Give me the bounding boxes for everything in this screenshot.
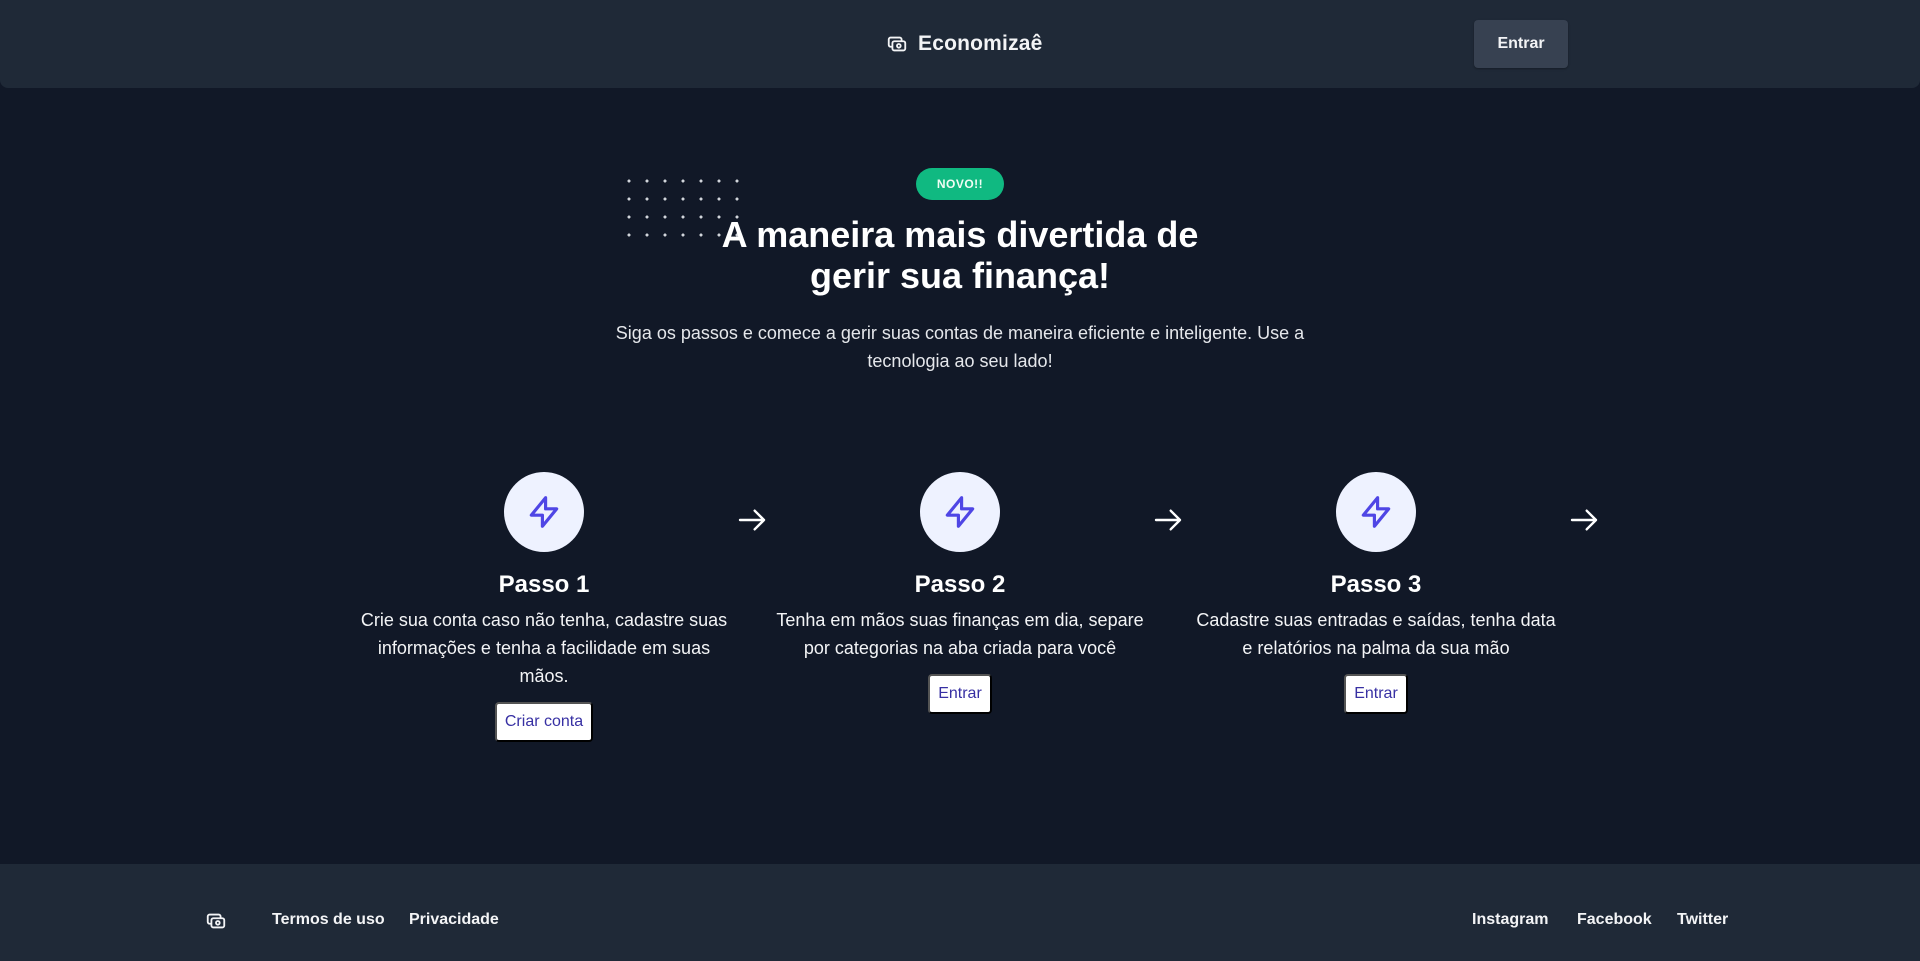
step-title: Passo 1 xyxy=(498,571,590,598)
step-title: Passo 3 xyxy=(1330,571,1422,598)
hero-subtitle-line1: Siga os passos e comece a gerir suas con… xyxy=(615,323,1305,343)
step-3-login-button[interactable]: Entrar xyxy=(1344,674,1408,714)
step-description: Tenha em mãos suas finanças em dia, sepa… xyxy=(776,610,1144,658)
step-description: Crie sua conta caso não tenha, cadastre … xyxy=(360,610,728,686)
step-2-login-button[interactable]: Entrar xyxy=(928,674,992,714)
footer-link-instagram[interactable]: Instagram xyxy=(1472,910,1548,930)
login-button[interactable]: Entrar xyxy=(1474,20,1568,68)
hero-subtitle: Siga os passos e comece a gerir suas con… xyxy=(600,319,1320,375)
step-icon-circle xyxy=(920,472,1000,552)
hero-title: A maneira mais divertida de gerir sua fi… xyxy=(660,214,1260,296)
lightning-bolt-icon xyxy=(945,496,975,528)
hero-title-line1: A maneira mais divertida de xyxy=(721,214,1199,255)
arrow-right-icon xyxy=(738,509,766,531)
cash-icon xyxy=(887,36,907,52)
hero-subtitle-line2: tecnologia ao seu lado! xyxy=(867,351,1053,371)
footer-link-terms[interactable]: Termos de uso xyxy=(272,910,385,930)
footer-link-twitter[interactable]: Twitter xyxy=(1677,910,1728,930)
top-navbar: Economizaê Entrar xyxy=(0,0,1920,88)
cash-icon[interactable] xyxy=(205,910,227,932)
step-1: Passo 1 Crie sua conta caso não tenha, c… xyxy=(354,472,734,742)
step-icon-circle xyxy=(504,472,584,552)
arrow-right-icon xyxy=(1154,509,1182,531)
arrow-right-icon xyxy=(1570,509,1598,531)
brand-logo[interactable]: Economizaê xyxy=(886,30,1043,58)
lightning-bolt-icon xyxy=(529,496,559,528)
footer-link-facebook[interactable]: Facebook xyxy=(1577,910,1652,930)
step-2: Passo 2 Tenha em mãos suas finanças em d… xyxy=(770,472,1150,714)
step-3: Passo 3 Cadastre suas entradas e saídas,… xyxy=(1186,472,1566,714)
brand-name: Economizaê xyxy=(918,32,1043,55)
footer-link-privacy[interactable]: Privacidade xyxy=(409,910,499,930)
step-title: Passo 2 xyxy=(914,571,1006,598)
step-description: Cadastre suas entradas e saídas, tenha d… xyxy=(1196,610,1556,658)
create-account-button[interactable]: Criar conta xyxy=(494,702,594,742)
hero-title-line2: gerir sua finança! xyxy=(809,255,1111,296)
new-badge: NOVO!! xyxy=(916,168,1004,200)
step-icon-circle xyxy=(1336,472,1416,552)
lightning-bolt-icon xyxy=(1361,496,1391,528)
